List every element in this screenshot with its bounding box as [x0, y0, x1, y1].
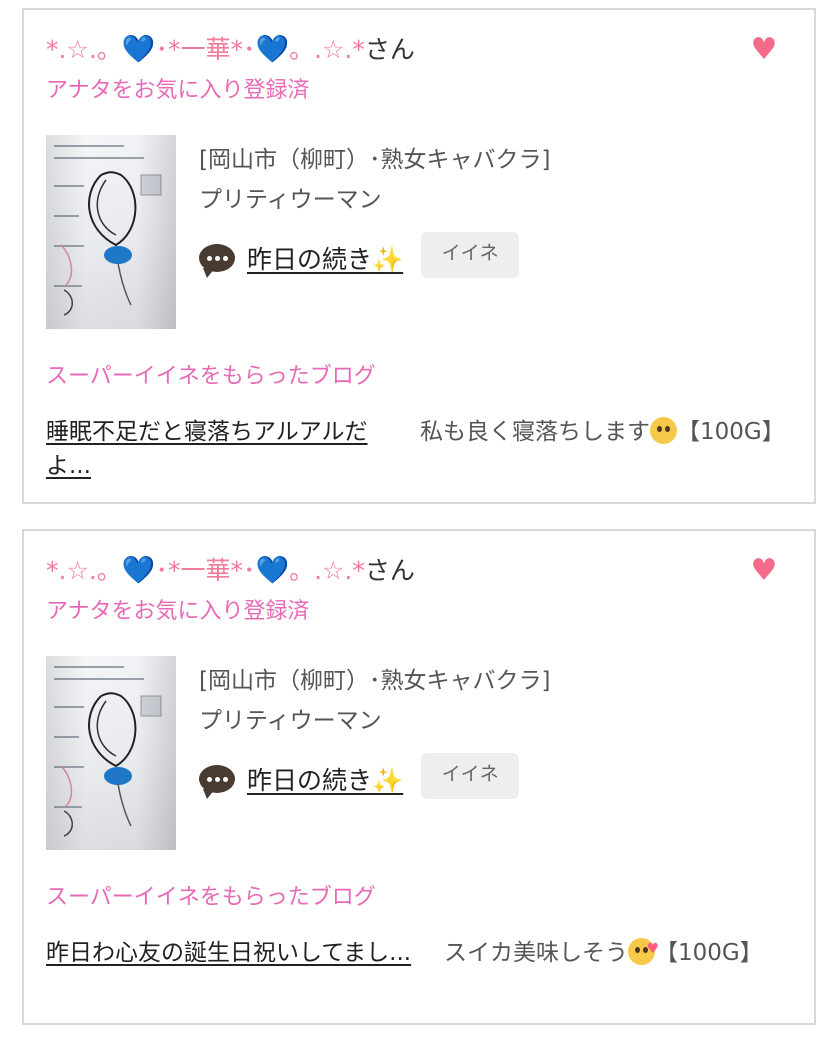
super-iine-heading: スーパーイイネをもらったブログ — [46, 364, 376, 389]
shop-name: プリティウーマン — [199, 708, 382, 734]
blog-link[interactable]: 昨日わ心友の誕生日祝いしてまし... — [46, 936, 412, 970]
comment-reward: 【100G】 — [655, 940, 763, 966]
user-name-suffix: さん — [364, 35, 415, 64]
smiling-face-with-hearts-emoji-icon: ♥ — [628, 938, 659, 965]
sparkles-icon: ✨ — [372, 245, 404, 274]
notification-card: *.☆.。💙･*一華*･💙。.☆.*さん ♥ アナタをお気に入り登録済 [岡山市… — [22, 8, 816, 504]
blue-heart-icon: 💙 — [121, 555, 156, 586]
shop-area-genre: [岡山市（柳町）･熟女キャバクラ] — [199, 147, 551, 173]
favorite-status-label: アナタをお気に入り登録済 — [46, 599, 310, 624]
shop-area-genre: [岡山市（柳町）･熟女キャバクラ] — [199, 668, 551, 694]
comment-text: スイカ美味しそう — [444, 940, 628, 966]
shop-name: プリティウーマン — [199, 187, 382, 213]
user-name-main: ･*一華*･ — [155, 556, 256, 585]
favorite-heart-icon[interactable]: ♥ — [750, 556, 778, 586]
super-iine-heading: スーパーイイネをもらったブログ — [46, 885, 376, 910]
sparkles-icon: ✨ — [372, 766, 404, 795]
post-row: 昨日の続き✨ イイネ — [199, 232, 520, 284]
post-title-link[interactable]: 昨日の続き✨ — [247, 240, 403, 276]
user-name-deco-right: 。.☆.* — [289, 556, 365, 585]
favorite-heart-icon[interactable]: ♥ — [750, 35, 778, 65]
blog-link[interactable]: 睡眠不足だと寝落ちアルアルだよ... — [46, 415, 412, 483]
blue-heart-icon: 💙 — [255, 555, 290, 586]
shop-info[interactable]: [岡山市（柳町）･熟女キャバクラ] プリティウーマン — [199, 661, 550, 741]
user-name[interactable]: *.☆.。💙･*一華*･💙。.☆.*さん — [46, 34, 415, 66]
blue-heart-icon: 💙 — [121, 34, 156, 65]
blog-comment: 私も良く寝落ちします 【100G】 — [420, 415, 790, 449]
user-name-suffix: さん — [364, 556, 415, 585]
post-thumbnail[interactable] — [46, 656, 176, 850]
user-name[interactable]: *.☆.。💙･*一華*･💙。.☆.*さん — [46, 555, 415, 587]
favorite-status-label: アナタをお気に入り登録済 — [46, 78, 310, 103]
comment-text: 私も良く寝落ちします — [420, 419, 650, 445]
iine-button[interactable]: イイネ — [421, 753, 520, 799]
user-name-main: ･*一華*･ — [155, 35, 256, 64]
post-title: 昨日の続き — [247, 766, 373, 795]
speech-bubble-icon — [199, 765, 235, 799]
pleading-face-emoji-icon — [650, 417, 677, 444]
blog-comment: スイカ美味しそう ♥ 【100G】 — [444, 936, 790, 970]
speech-bubble-icon — [199, 244, 235, 278]
user-name-deco-left: *.☆.。 — [46, 35, 122, 64]
post-title: 昨日の続き — [247, 245, 373, 274]
comment-reward: 【100G】 — [677, 419, 785, 445]
post-title-link[interactable]: 昨日の続き✨ — [247, 761, 403, 797]
blue-heart-icon: 💙 — [255, 34, 290, 65]
post-row: 昨日の続き✨ イイネ — [199, 753, 520, 805]
shop-info[interactable]: [岡山市（柳町）･熟女キャバクラ] プリティウーマン — [199, 140, 550, 220]
post-thumbnail[interactable] — [46, 135, 176, 329]
user-name-deco-left: *.☆.。 — [46, 556, 122, 585]
user-name-deco-right: 。.☆.* — [289, 35, 365, 64]
iine-button[interactable]: イイネ — [421, 232, 520, 278]
notification-card: *.☆.。💙･*一華*･💙。.☆.*さん ♥ アナタをお気に入り登録済 [岡山市… — [22, 529, 816, 1025]
